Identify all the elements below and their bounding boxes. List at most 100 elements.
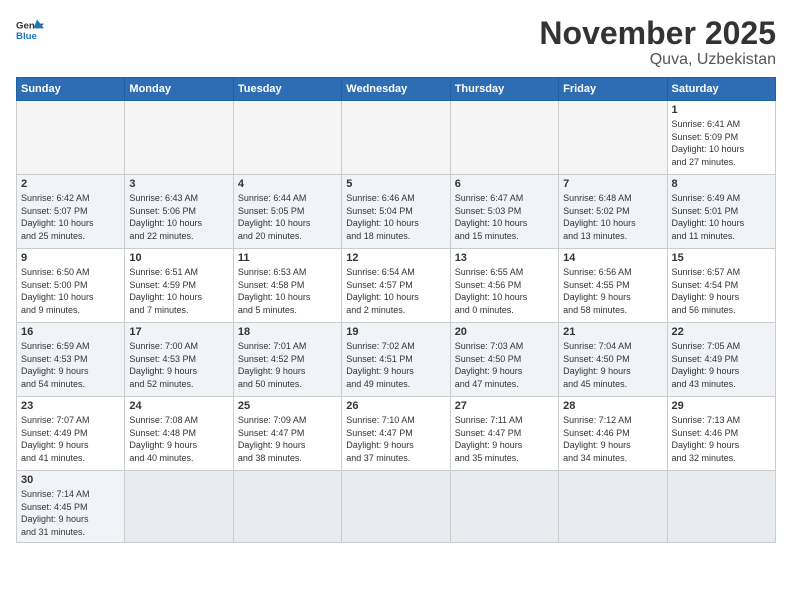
day-number: 24 <box>129 400 228 412</box>
day-number: 19 <box>346 326 445 338</box>
table-row: 22Sunrise: 7:05 AM Sunset: 4:49 PM Dayli… <box>667 323 775 397</box>
table-row: 11 Sunrise: 6:53 AM Sunset: 4:58 PM Dayli… <box>233 249 341 323</box>
table-row <box>125 471 233 542</box>
table-row: 18 Sunrise: 7:01 AM Sunset: 4:52 PM Dayli… <box>233 323 341 397</box>
day-info: Sunrise: 7:13 AM Sunset: 4:46 PM Dayligh… <box>672 414 771 464</box>
table-row: 26 Sunrise: 7:10 AM Sunset: 4:47 PM Dayli… <box>342 397 450 471</box>
day-number: 11 <box>238 252 337 264</box>
day-number: 30 <box>21 474 120 486</box>
day-info: Sunrise: 6:46 AM Sunset: 5:04 PM Dayligh… <box>346 192 445 242</box>
calendar-table: Sunday Monday Tuesday Wednesday Thursday… <box>16 77 776 542</box>
day-info: Sunrise: 7:05 AM Sunset: 4:49 PM Dayligh… <box>672 340 771 390</box>
table-row: 21 Sunrise: 7:04 AM Sunset: 4:50 PM Dayli… <box>559 323 667 397</box>
day-number: 17 <box>129 326 228 338</box>
day-number: 9 <box>21 252 120 264</box>
day-info: Sunrise: 7:14 AM Sunset: 4:45 PM Dayligh… <box>21 488 120 538</box>
day-info: Sunrise: 7:02 AM Sunset: 4:51 PM Dayligh… <box>346 340 445 390</box>
day-info: Sunrise: 7:04 AM Sunset: 4:50 PM Dayligh… <box>563 340 662 390</box>
day-info: Sunrise: 7:10 AM Sunset: 4:47 PM Dayligh… <box>346 414 445 464</box>
day-number: 12 <box>346 252 445 264</box>
day-number: 21 <box>563 326 662 338</box>
table-row <box>450 471 558 542</box>
calendar-row: 2 Sunrise: 6:42 AM Sunset: 5:07 PM Daylig… <box>17 175 776 249</box>
table-row: 16 Sunrise: 6:59 AM Sunset: 4:53 PM Dayli… <box>17 323 125 397</box>
month-title: November 2025 <box>539 16 776 51</box>
day-info: Sunrise: 6:47 AM Sunset: 5:03 PM Dayligh… <box>455 192 554 242</box>
table-row <box>17 101 125 175</box>
day-number: 29 <box>672 400 771 412</box>
day-info: Sunrise: 6:42 AM Sunset: 5:07 PM Dayligh… <box>21 192 120 242</box>
day-number: 15 <box>672 252 771 264</box>
table-row <box>450 101 558 175</box>
day-info: Sunrise: 6:54 AM Sunset: 4:57 PM Dayligh… <box>346 266 445 316</box>
day-number: 26 <box>346 400 445 412</box>
day-number: 16 <box>21 326 120 338</box>
table-row: 17 Sunrise: 7:00 AM Sunset: 4:53 PM Dayli… <box>125 323 233 397</box>
table-row: 29 Sunrise: 7:13 AM Sunset: 4:46 PM Dayli… <box>667 397 775 471</box>
day-number: 18 <box>238 326 337 338</box>
day-info: Sunrise: 6:57 AM Sunset: 4:54 PM Dayligh… <box>672 266 771 316</box>
weekday-header-row: Sunday Monday Tuesday Wednesday Thursday… <box>17 78 776 101</box>
svg-text:Blue: Blue <box>16 31 37 42</box>
day-number: 23 <box>21 400 120 412</box>
day-info: Sunrise: 6:49 AM Sunset: 5:01 PM Dayligh… <box>672 192 771 242</box>
calendar-row: 1 Sunrise: 6:41 AM Sunset: 5:09 PM Daylig… <box>17 101 776 175</box>
day-info: Sunrise: 6:56 AM Sunset: 4:55 PM Dayligh… <box>563 266 662 316</box>
day-number: 1 <box>672 104 771 116</box>
day-info: Sunrise: 6:59 AM Sunset: 4:53 PM Dayligh… <box>21 340 120 390</box>
table-row: 30 Sunrise: 7:14 AM Sunset: 4:45 PM Dayli… <box>17 471 125 542</box>
day-number: 7 <box>563 178 662 190</box>
table-row: 20Sunrise: 7:03 AM Sunset: 4:50 PM Dayli… <box>450 323 558 397</box>
title-block: November 2025 Quva, Uzbekistan <box>539 16 776 69</box>
location: Quva, Uzbekistan <box>539 51 776 69</box>
day-number: 2 <box>21 178 120 190</box>
header-sunday: Sunday <box>17 78 125 101</box>
day-number: 27 <box>455 400 554 412</box>
table-row <box>233 101 341 175</box>
logo-icon: General Blue <box>16 16 44 44</box>
calendar-row: 9 Sunrise: 6:50 AM Sunset: 5:00 PM Daylig… <box>17 249 776 323</box>
day-info: Sunrise: 7:03 AM Sunset: 4:50 PM Dayligh… <box>455 340 554 390</box>
day-info: Sunrise: 6:55 AM Sunset: 4:56 PM Dayligh… <box>455 266 554 316</box>
day-number: 4 <box>238 178 337 190</box>
header-monday: Monday <box>125 78 233 101</box>
table-row: 12 Sunrise: 6:54 AM Sunset: 4:57 PM Dayli… <box>342 249 450 323</box>
calendar-row: 16 Sunrise: 6:59 AM Sunset: 4:53 PM Dayli… <box>17 323 776 397</box>
day-info: Sunrise: 6:51 AM Sunset: 4:59 PM Dayligh… <box>129 266 228 316</box>
logo: General Blue <box>16 16 44 44</box>
day-info: Sunrise: 7:12 AM Sunset: 4:46 PM Dayligh… <box>563 414 662 464</box>
table-row: 7Sunrise: 6:48 AM Sunset: 5:02 PM Daylig… <box>559 175 667 249</box>
table-row <box>342 101 450 175</box>
table-row <box>233 471 341 542</box>
table-row: 19 Sunrise: 7:02 AM Sunset: 4:51 PM Dayli… <box>342 323 450 397</box>
day-number: 8 <box>672 178 771 190</box>
day-number: 25 <box>238 400 337 412</box>
calendar-row: 30 Sunrise: 7:14 AM Sunset: 4:45 PM Dayli… <box>17 471 776 542</box>
table-row: 27 Sunrise: 7:11 AM Sunset: 4:47 PM Dayli… <box>450 397 558 471</box>
calendar-row: 23Sunrise: 7:07 AM Sunset: 4:49 PM Dayli… <box>17 397 776 471</box>
table-row <box>342 471 450 542</box>
day-info: Sunrise: 6:50 AM Sunset: 5:00 PM Dayligh… <box>21 266 120 316</box>
header-friday: Friday <box>559 78 667 101</box>
table-row <box>559 471 667 542</box>
day-number: 6 <box>455 178 554 190</box>
table-row: 9 Sunrise: 6:50 AM Sunset: 5:00 PM Daylig… <box>17 249 125 323</box>
table-row: 8 Sunrise: 6:49 AM Sunset: 5:01 PM Daylig… <box>667 175 775 249</box>
table-row: 28 Sunrise: 7:12 AM Sunset: 4:46 PM Dayli… <box>559 397 667 471</box>
day-number: 3 <box>129 178 228 190</box>
day-info: Sunrise: 7:09 AM Sunset: 4:47 PM Dayligh… <box>238 414 337 464</box>
day-number: 28 <box>563 400 662 412</box>
day-info: Sunrise: 6:53 AM Sunset: 4:58 PM Dayligh… <box>238 266 337 316</box>
table-row: 14Sunrise: 6:56 AM Sunset: 4:55 PM Dayli… <box>559 249 667 323</box>
page-header: General Blue November 2025 Quva, Uzbekis… <box>16 16 776 69</box>
day-info: Sunrise: 6:41 AM Sunset: 5:09 PM Dayligh… <box>672 118 771 168</box>
header-saturday: Saturday <box>667 78 775 101</box>
table-row: 10Sunrise: 6:51 AM Sunset: 4:59 PM Dayli… <box>125 249 233 323</box>
table-row: 5Sunrise: 6:46 AM Sunset: 5:04 PM Daylig… <box>342 175 450 249</box>
day-info: Sunrise: 7:11 AM Sunset: 4:47 PM Dayligh… <box>455 414 554 464</box>
day-info: Sunrise: 7:01 AM Sunset: 4:52 PM Dayligh… <box>238 340 337 390</box>
table-row: 2 Sunrise: 6:42 AM Sunset: 5:07 PM Daylig… <box>17 175 125 249</box>
table-row: 23Sunrise: 7:07 AM Sunset: 4:49 PM Dayli… <box>17 397 125 471</box>
table-row: 24Sunrise: 7:08 AM Sunset: 4:48 PM Dayli… <box>125 397 233 471</box>
day-info: Sunrise: 7:00 AM Sunset: 4:53 PM Dayligh… <box>129 340 228 390</box>
